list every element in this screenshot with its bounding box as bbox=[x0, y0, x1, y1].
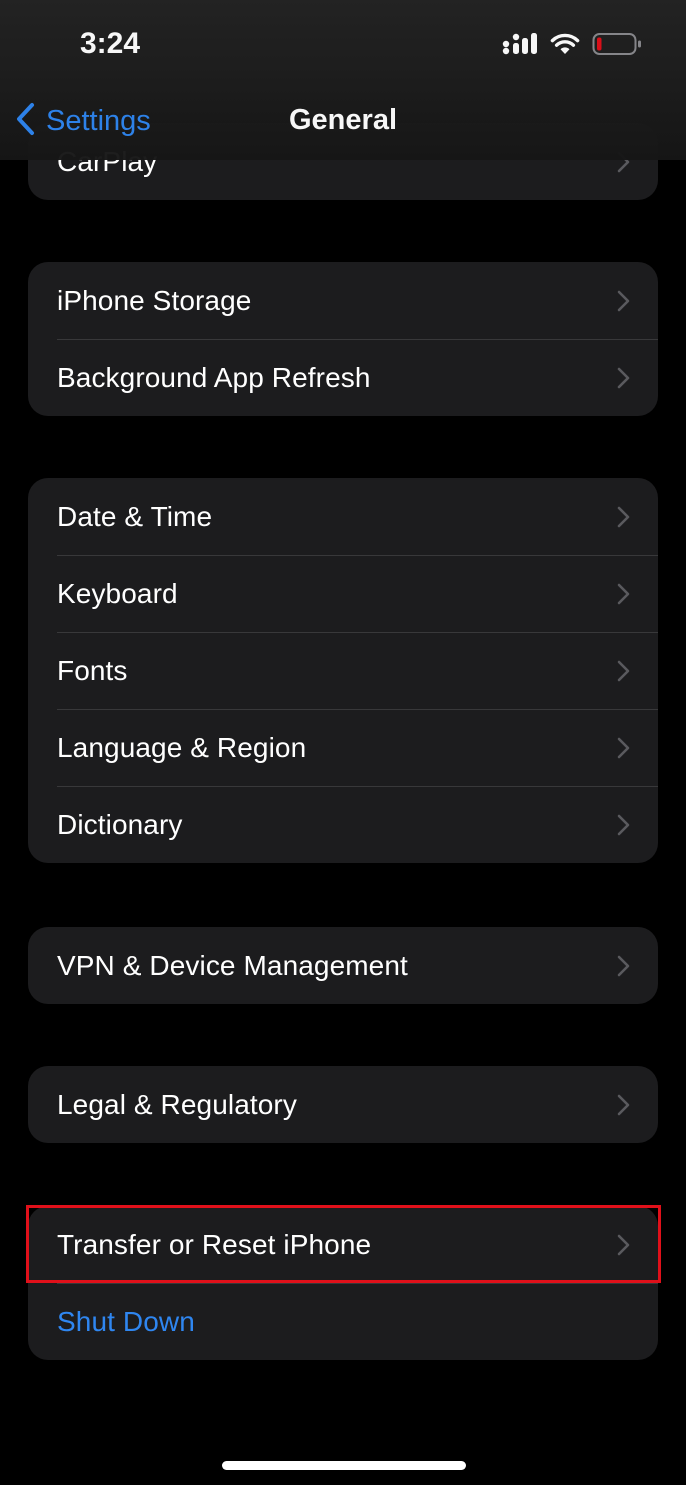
row-shut-down[interactable]: Shut Down bbox=[28, 1283, 658, 1360]
chevron-right-icon bbox=[617, 660, 630, 682]
row-legal-regulatory[interactable]: Legal & Regulatory bbox=[28, 1066, 658, 1143]
row-label: Legal & Regulatory bbox=[57, 1088, 297, 1120]
chevron-right-icon bbox=[617, 814, 630, 836]
page-title: General bbox=[289, 104, 397, 136]
row-label: Keyboard bbox=[57, 577, 178, 609]
top-bar: 3:24 Settings General bbox=[0, 0, 686, 160]
wifi-icon bbox=[550, 32, 580, 61]
battery-icon bbox=[592, 32, 642, 61]
chevron-right-icon bbox=[617, 583, 630, 605]
group-storage: iPhone Storage Background App Refresh bbox=[28, 262, 658, 416]
row-label: Language & Region bbox=[57, 731, 307, 763]
row-background-app-refresh[interactable]: Background App Refresh bbox=[28, 339, 658, 416]
shut-down-link: Shut Down bbox=[57, 1305, 195, 1337]
chevron-right-icon bbox=[617, 367, 630, 389]
row-date-time[interactable]: Date & Time bbox=[28, 478, 658, 555]
row-label: VPN & Device Management bbox=[57, 949, 408, 981]
chevron-right-icon bbox=[617, 1094, 630, 1116]
group-reset: Transfer or Reset iPhone Shut Down bbox=[28, 1206, 658, 1360]
row-keyboard[interactable]: Keyboard bbox=[28, 555, 658, 632]
group-locale: Date & Time Keyboard Fonts Language & Re… bbox=[28, 478, 658, 863]
chevron-right-icon bbox=[617, 737, 630, 759]
cellular-signal-icon bbox=[502, 32, 538, 61]
row-label: Fonts bbox=[57, 654, 128, 686]
row-label: Date & Time bbox=[57, 500, 213, 532]
row-label: iPhone Storage bbox=[57, 284, 252, 316]
chevron-right-icon bbox=[617, 1234, 630, 1256]
chevron-right-icon bbox=[617, 290, 630, 312]
chevron-right-icon bbox=[617, 506, 630, 528]
home-indicator[interactable] bbox=[222, 1461, 466, 1470]
row-vpn-device-management[interactable]: VPN & Device Management bbox=[28, 927, 658, 1004]
row-dictionary[interactable]: Dictionary bbox=[28, 786, 658, 863]
group-legal: Legal & Regulatory bbox=[28, 1066, 658, 1143]
group-vpn: VPN & Device Management bbox=[28, 927, 658, 1004]
row-label: Background App Refresh bbox=[57, 361, 371, 393]
row-language-region[interactable]: Language & Region bbox=[28, 709, 658, 786]
row-fonts[interactable]: Fonts bbox=[28, 632, 658, 709]
status-time: 3:24 bbox=[80, 27, 141, 60]
status-icons bbox=[502, 32, 642, 61]
row-iphone-storage[interactable]: iPhone Storage bbox=[28, 262, 658, 339]
row-label: Dictionary bbox=[57, 808, 183, 840]
chevron-right-icon bbox=[617, 955, 630, 977]
row-label: Transfer or Reset iPhone bbox=[57, 1228, 372, 1260]
row-transfer-reset-iphone[interactable]: Transfer or Reset iPhone bbox=[28, 1206, 658, 1283]
settings-list[interactable]: CarPlay iPhone Storage Background App Re… bbox=[0, 0, 686, 1485]
